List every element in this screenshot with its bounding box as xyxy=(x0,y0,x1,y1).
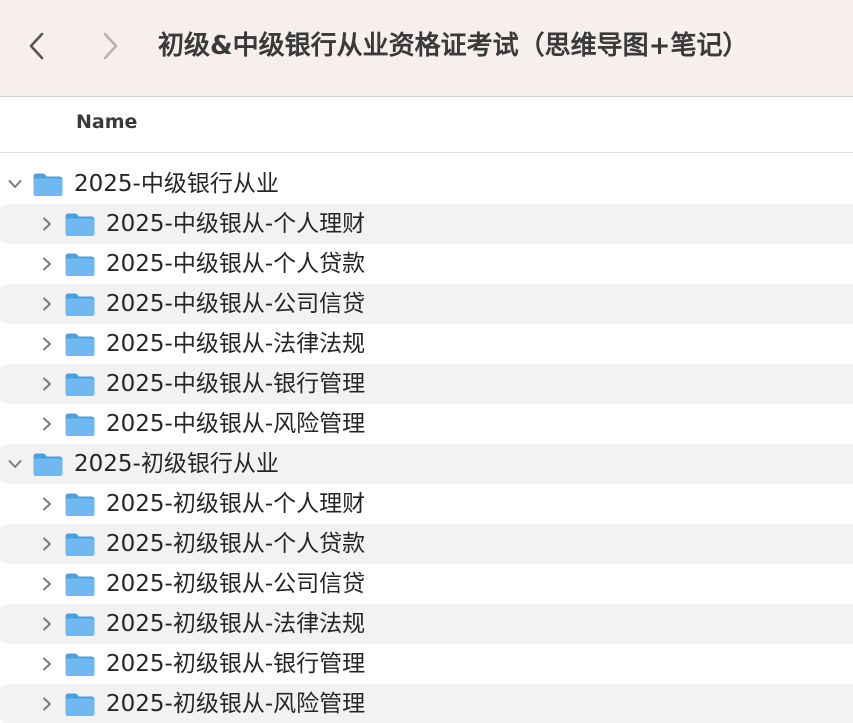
finder-window: 初级&中级银行从业资格证考试（思维导图+笔记） Name 2025-中级银行从业 xyxy=(0,0,853,723)
folder-row[interactable]: 2025-中级银从-个人理财 xyxy=(0,204,853,244)
folder-icon xyxy=(65,533,95,556)
folder-name: 2025-中级银从-法律法规 xyxy=(106,331,366,357)
folder-name: 2025-中级银从-个人理财 xyxy=(106,211,366,237)
folder-row[interactable]: 2025-初级银从-个人理财 xyxy=(0,484,853,524)
chevron-down-icon xyxy=(8,460,22,468)
disclosure-toggle[interactable] xyxy=(38,255,56,273)
chevron-right-icon xyxy=(43,577,51,591)
folder-name: 2025-中级银从-个人贷款 xyxy=(106,251,366,277)
chevron-right-icon xyxy=(43,257,51,271)
chevron-right-icon xyxy=(103,32,118,60)
folder-name: 2025-中级银从-银行管理 xyxy=(106,371,366,397)
chevron-right-icon xyxy=(43,697,51,711)
folder-row[interactable]: 2025-初级银从-公司信贷 xyxy=(0,564,853,604)
disclosure-toggle[interactable] xyxy=(38,335,56,353)
folder-icon xyxy=(33,173,63,196)
folder-row[interactable]: 2025-中级银从-风险管理 xyxy=(0,404,853,444)
chevron-down-icon xyxy=(8,180,22,188)
chevron-right-icon xyxy=(43,217,51,231)
folder-icon xyxy=(65,293,95,316)
folder-icon xyxy=(65,493,95,516)
folder-name: 2025-初级银从-个人理财 xyxy=(106,491,366,517)
folder-name: 2025-初级银从-个人贷款 xyxy=(106,531,366,557)
chevron-right-icon xyxy=(43,497,51,511)
chevron-right-icon xyxy=(43,657,51,671)
folder-row[interactable]: 2025-中级银从-个人贷款 xyxy=(0,244,853,284)
folder-icon xyxy=(65,693,95,716)
window-title: 初级&中级银行从业资格证考试（思维导图+笔记） xyxy=(158,31,749,61)
folder-row[interactable]: 2025-初级银从-银行管理 xyxy=(0,644,853,684)
chevron-right-icon xyxy=(43,417,51,431)
folder-row[interactable]: 2025-中级银行从业 xyxy=(0,164,853,204)
disclosure-toggle[interactable] xyxy=(38,375,56,393)
folder-name: 2025-中级银从-公司信贷 xyxy=(106,291,366,317)
folder-icon xyxy=(65,373,95,396)
folder-icon xyxy=(65,613,95,636)
disclosure-toggle[interactable] xyxy=(38,695,56,713)
folder-icon xyxy=(65,413,95,436)
folder-name: 2025-初级银从-银行管理 xyxy=(106,651,366,677)
disclosure-toggle[interactable] xyxy=(6,455,24,473)
disclosure-toggle[interactable] xyxy=(6,175,24,193)
back-button[interactable] xyxy=(20,26,54,66)
chevron-right-icon xyxy=(43,337,51,351)
folder-icon xyxy=(65,653,95,676)
folder-row[interactable]: 2025-中级银从-法律法规 xyxy=(0,324,853,364)
disclosure-toggle[interactable] xyxy=(38,655,56,673)
forward-button[interactable] xyxy=(93,26,127,66)
folder-icon xyxy=(65,213,95,236)
column-header-name[interactable]: Name xyxy=(76,111,137,133)
folder-name: 2025-中级银行从业 xyxy=(74,171,279,197)
folder-name: 2025-初级银从-法律法规 xyxy=(106,611,366,637)
folder-row[interactable]: 2025-中级银从-银行管理 xyxy=(0,364,853,404)
folder-row[interactable]: 2025-中级银从-公司信贷 xyxy=(0,284,853,324)
list-column-header: Name xyxy=(0,97,853,153)
chevron-right-icon xyxy=(43,537,51,551)
folder-row[interactable]: 2025-初级银从-个人贷款 xyxy=(0,524,853,564)
disclosure-toggle[interactable] xyxy=(38,535,56,553)
chevron-right-icon xyxy=(43,297,51,311)
folder-icon xyxy=(65,253,95,276)
toolbar: 初级&中级银行从业资格证考试（思维导图+笔记） xyxy=(0,0,853,97)
folder-name: 2025-中级银从-风险管理 xyxy=(106,411,366,437)
folder-row[interactable]: 2025-初级银行从业 xyxy=(0,444,853,484)
disclosure-toggle[interactable] xyxy=(38,415,56,433)
disclosure-toggle[interactable] xyxy=(38,215,56,233)
folder-row[interactable]: 2025-初级银从-法律法规 xyxy=(0,604,853,644)
folder-name: 2025-初级银行从业 xyxy=(74,451,279,477)
chevron-right-icon xyxy=(43,377,51,391)
disclosure-toggle[interactable] xyxy=(38,295,56,313)
chevron-left-icon xyxy=(29,32,44,60)
folder-name: 2025-初级银从-风险管理 xyxy=(106,691,366,717)
disclosure-toggle[interactable] xyxy=(38,575,56,593)
folder-icon xyxy=(65,573,95,596)
file-list: 2025-中级银行从业 2025-中级银从-个人理财 2025-中级银从-个人贷… xyxy=(0,164,853,723)
disclosure-toggle[interactable] xyxy=(38,615,56,633)
folder-row[interactable]: 2025-初级银从-风险管理 xyxy=(0,684,853,723)
folder-icon xyxy=(33,453,63,476)
folder-icon xyxy=(65,333,95,356)
disclosure-toggle[interactable] xyxy=(38,495,56,513)
chevron-right-icon xyxy=(43,617,51,631)
folder-name: 2025-初级银从-公司信贷 xyxy=(106,571,366,597)
